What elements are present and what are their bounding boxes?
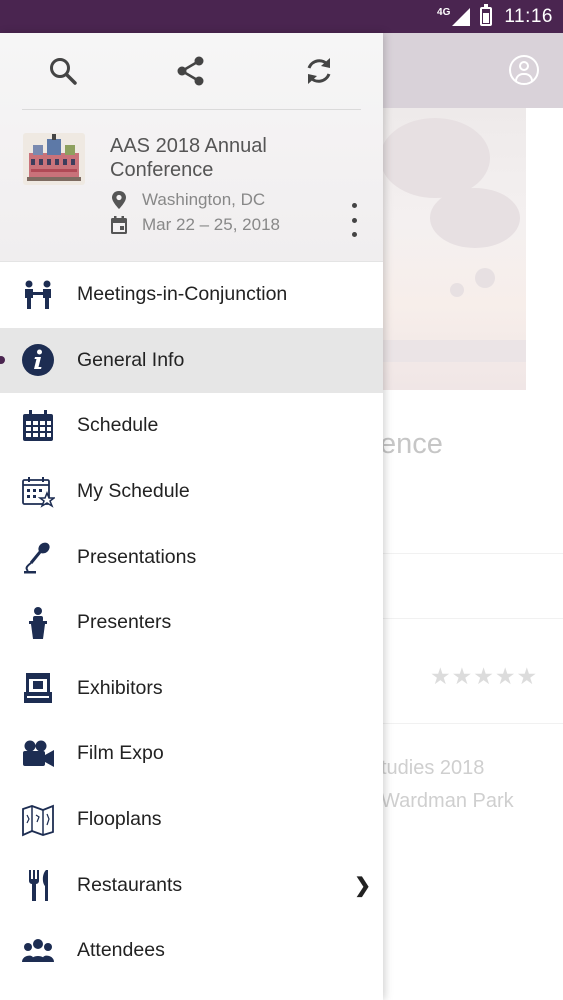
conference-location: Washington, DC [110,190,265,210]
drawer-header: AAS 2018 Annual Conference Washington, D… [0,33,383,262]
network-type: 4G [437,7,451,18]
calendar-small-icon [111,216,127,234]
status-bar: 4G 11:16 [0,0,563,33]
bg-text-line1: tudies 2018 [381,757,485,779]
profile-icon[interactable] [509,55,539,85]
menu-item-my-schedule[interactable]: My Schedule [0,459,383,525]
info-icon [20,342,56,378]
conference-title-bg: ence [380,428,443,460]
menu-item-schedule[interactable]: Schedule [0,393,383,459]
menu-item-label: My Schedule [77,480,190,503]
menu-item-general-info[interactable]: General Info [0,327,383,394]
menu-item-presentations[interactable]: Presentations [0,524,383,590]
meeting-people-icon [20,277,56,313]
battery-icon [480,4,493,26]
microphone-icon [20,539,56,575]
chevron-right-icon: ❯ [354,874,371,897]
podium-icon [20,605,56,641]
bg-text-line2: Wardman Park [381,790,514,812]
search-icon [50,58,77,85]
menu-item-restaurants[interactable]: Restaurants ❯ [0,852,383,918]
menu-item-label: Presentations [77,545,197,568]
menu-item-label: Film Expo [77,742,164,765]
active-indicator [0,356,5,365]
navigation-drawer: AAS 2018 Annual Conference Washington, D… [0,33,383,1000]
search-button[interactable] [45,53,81,89]
refresh-icon [307,58,331,84]
refresh-button[interactable] [301,53,337,89]
menu-item-label: Exhibitors [77,676,163,699]
menu-item-label: Restaurants [77,873,183,896]
map-icon [20,802,56,838]
calendar-star-icon [20,474,56,510]
share-icon [177,56,204,86]
more-options-icon[interactable] [346,203,362,237]
menu-item-label: Presenters [77,611,172,634]
menu-item-presenters[interactable]: Presenters [0,590,383,656]
conference-dates: Mar 22 – 25, 2018 [110,215,280,235]
menu-item-flooplans[interactable]: Flooplans [0,787,383,853]
menu-item-label: Flooplans [77,808,162,831]
rating-stars[interactable]: ★★★★★ [430,663,538,690]
location-pin-icon [112,191,126,209]
drawer-menu: Meetings-in-Conjunction General Info Sch… [0,262,383,984]
menu-item-attendees[interactable]: Attendees [0,918,383,984]
fork-knife-icon [20,867,56,903]
menu-item-film-expo[interactable]: Film Expo [0,721,383,787]
conference-title[interactable]: AAS 2018 Annual Conference [110,134,330,182]
menu-item-label: Meetings-in-Conjunction [77,283,288,306]
calendar-icon [20,408,56,444]
menu-item-meetings-in-conjunction[interactable]: Meetings-in-Conjunction [0,262,383,328]
video-camera-icon [20,736,56,772]
menu-item-label: Attendees [77,939,165,962]
dates-text: Mar 22 – 25, 2018 [142,215,280,234]
menu-item-label: General Info [77,348,185,371]
booth-icon [20,670,56,706]
signal-icon [452,7,471,26]
group-icon [20,933,56,969]
menu-item-label: Schedule [77,414,159,437]
menu-item-exhibitors[interactable]: Exhibitors [0,656,383,722]
conference-logo [23,133,85,185]
location-text: Washington, DC [142,190,266,209]
clock: 11:16 [504,5,553,27]
share-button[interactable] [173,53,209,89]
